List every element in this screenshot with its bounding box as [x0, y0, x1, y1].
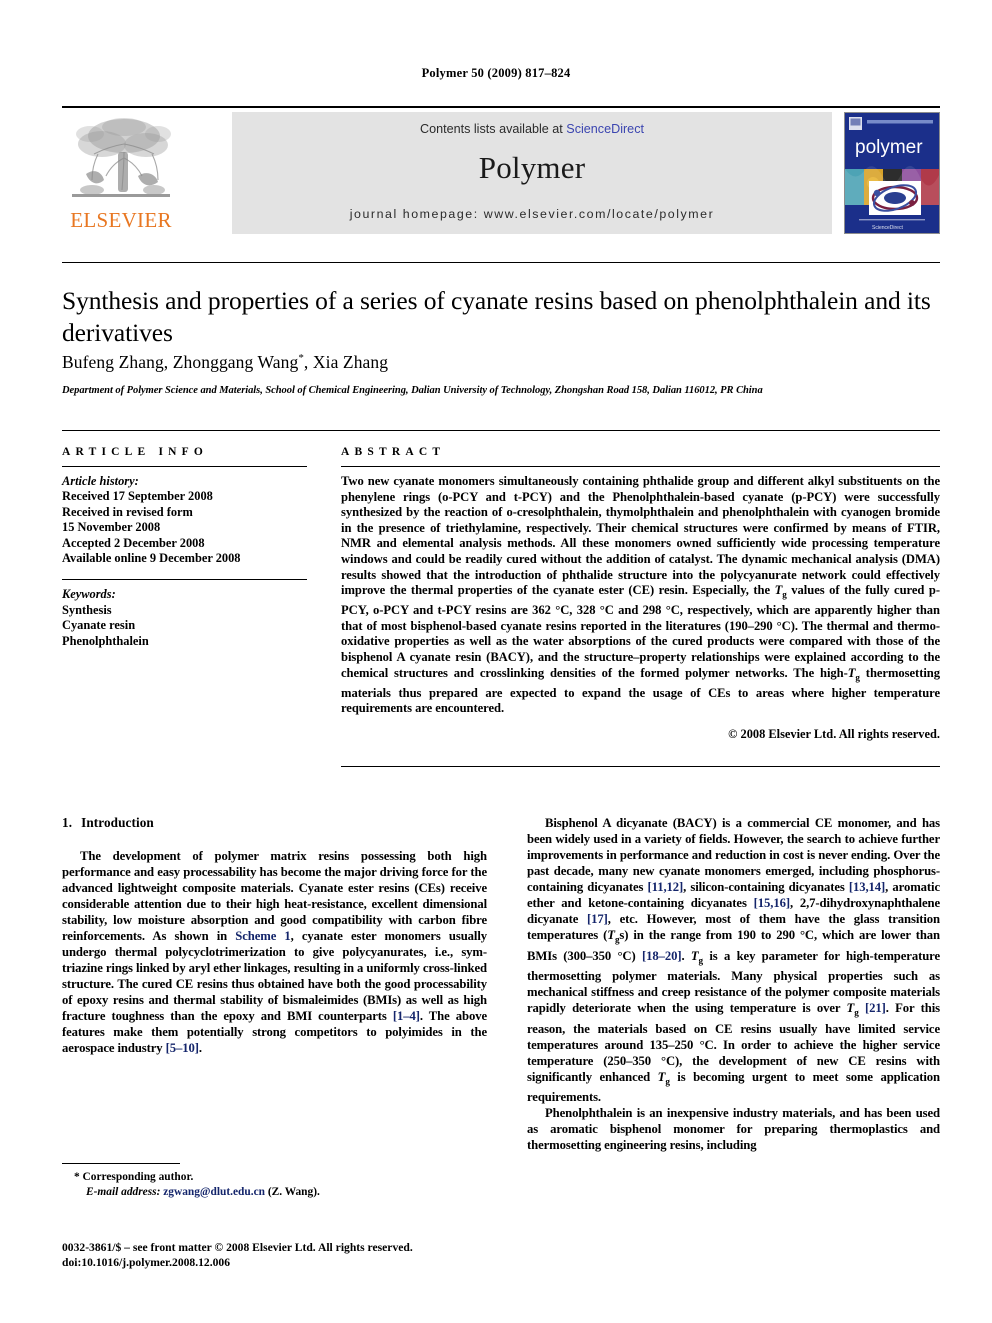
article-page: Polymer 50 (2009) 817–824 ELSEVIER Conte… — [0, 0, 992, 1323]
author-list: Bufeng Zhang, Zhonggang Wang*, Xia Zhang — [62, 352, 389, 372]
title-divider — [62, 262, 940, 263]
email-owner: (Z. Wang). — [267, 1185, 320, 1198]
body-column-left: 1. Introduction The development of polyme… — [62, 815, 487, 1056]
section-number: 1. — [62, 815, 73, 830]
footnote-block: * Corresponding author. E-mail address: … — [62, 1170, 487, 1199]
abstract-text: Two new cyanate monomers simultaneously … — [341, 474, 941, 716]
affiliation: Department of Polymer Science and Materi… — [62, 385, 763, 396]
abstract-rule — [341, 466, 940, 467]
email-label: E-mail address: — [86, 1185, 161, 1198]
keywords-label: Keywords: — [62, 587, 116, 602]
history-item: Accepted 2 December 2008 — [62, 535, 205, 550]
article-history-label: Article history: — [62, 474, 139, 488]
history-item: 15 November 2008 — [62, 520, 161, 535]
footnote-divider — [62, 1163, 180, 1164]
page-title: Synthesis and properties of a series of … — [62, 286, 931, 347]
history-item: Available online 9 December 2008 — [62, 551, 241, 566]
section-title: Introduction — [81, 815, 154, 830]
elsevier-wordmark: ELSEVIER — [70, 208, 172, 232]
contents-prefix: Contents lists available at — [419, 122, 567, 136]
article-info-heading: ARTICLE INFO — [62, 446, 209, 458]
intro-paragraph-right-1: Bisphenol A dicyanate (BACY) is a commer… — [527, 816, 941, 1105]
article-info-column: ARTICLE INFO Article history: Received 1… — [62, 446, 307, 649]
journal-masthead: ELSEVIER Contents lists available at Sci… — [62, 106, 940, 236]
abstract-heading: ABSTRACT — [341, 446, 446, 458]
email-link[interactable]: zgwang@dlut.edu.cn — [163, 1186, 265, 1198]
journal-title: Polymer — [478, 150, 586, 185]
body-column-right: Bisphenol A dicyanate (BACY) is a commer… — [527, 815, 940, 1153]
section-heading-introduction: 1. Introduction — [62, 815, 487, 831]
corresponding-author-note: * Corresponding author. — [74, 1171, 194, 1183]
doi-line: doi:10.1016/j.polymer.2008.12.006 — [62, 1256, 231, 1269]
keywords-rule — [62, 579, 307, 581]
history-item: Received in revised form — [62, 504, 193, 519]
contents-band: Contents lists available at ScienceDirec… — [232, 112, 832, 234]
intro-paragraph-left: The development of polymer matrix resins… — [62, 849, 487, 1055]
sciencedirect-link[interactable]: ScienceDirect — [566, 122, 644, 136]
copyright-line: © 2008 Elsevier Ltd. All rights reserved… — [728, 726, 940, 741]
elsevier-tree-icon — [68, 114, 174, 206]
keyword-item: Synthesis — [62, 602, 112, 617]
abstract-column: ABSTRACT Two new cyanate monomers simult… — [341, 446, 940, 742]
keyword-item: Phenolphthalein — [62, 633, 149, 648]
keyword-item: Cyanate resin — [62, 618, 136, 633]
keywords-list: Keywords: Synthesis Cyanate resin Phenol… — [62, 587, 307, 649]
history-item: Received 17 September 2008 — [62, 489, 213, 504]
journal-homepage-link[interactable]: journal homepage: www.elsevier.com/locat… — [232, 207, 832, 221]
intro-paragraph-right-2: Phenolphthalein is an inexpensive indust… — [527, 1106, 940, 1153]
abstract-divider-bottom — [341, 766, 940, 767]
running-head: Polymer 50 (2009) 817–824 — [421, 66, 571, 80]
contents-available-line: Contents lists available at ScienceDirec… — [232, 122, 832, 136]
article-info-rule — [62, 466, 307, 467]
abstract-divider-top — [62, 430, 940, 431]
elsevier-logo: ELSEVIER — [62, 112, 180, 234]
article-history: Article history: Received 17 September 2… — [62, 474, 307, 566]
journal-cover-thumbnail: polymer ScienceDirect — [844, 112, 940, 234]
imprint-block: 0032-3861/$ – see front matter © 2008 El… — [62, 1240, 522, 1270]
issn-line: 0032-3861/$ – see front matter © 2008 El… — [62, 1241, 413, 1254]
email-note: E-mail address: zgwang@dlut.edu.cn (Z. W… — [62, 1185, 487, 1200]
svg-text:polymer: polymer — [855, 137, 923, 158]
svg-text:ScienceDirect: ScienceDirect — [872, 225, 903, 231]
